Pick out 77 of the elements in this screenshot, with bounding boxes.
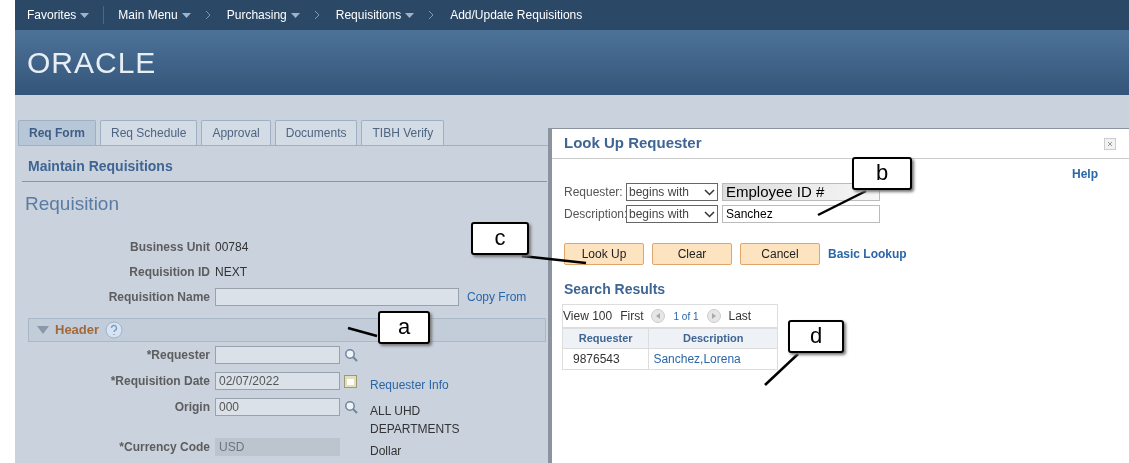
search-icon[interactable] bbox=[344, 400, 358, 415]
chevron-icon bbox=[313, 10, 322, 20]
tab[interactable]: TIBH Verify bbox=[361, 120, 445, 145]
field-label: Requisition Name bbox=[107, 289, 211, 306]
field-label: Origin bbox=[173, 398, 211, 416]
push-button[interactable]: Look Up bbox=[564, 243, 644, 265]
operator-dropdown[interactable]: begins with bbox=[626, 183, 718, 201]
dropdown-icon[interactable] bbox=[704, 188, 715, 196]
description-text: Dollar bbox=[370, 442, 403, 460]
breadcrumb-link[interactable]: Add/Update Requisitions bbox=[450, 6, 583, 24]
section-heading: Maintain Requisitions bbox=[22, 146, 547, 182]
logo: ORACLE bbox=[27, 45, 157, 81]
chevron-icon bbox=[204, 10, 213, 20]
text-field[interactable]: Sanchez bbox=[722, 205, 880, 223]
callout-label: d bbox=[788, 320, 844, 353]
callout-label: a bbox=[378, 311, 430, 344]
text-field[interactable]: 02/07/2022 bbox=[215, 371, 340, 390]
text-field[interactable]: 000 bbox=[215, 397, 340, 416]
leader-line bbox=[763, 352, 800, 387]
text-field: USD bbox=[215, 437, 340, 456]
caret-icon[interactable] bbox=[290, 12, 300, 18]
text-field[interactable] bbox=[215, 345, 340, 364]
tab[interactable]: Approval bbox=[201, 120, 271, 145]
tab[interactable]: Req Schedule bbox=[100, 120, 198, 145]
operator-dropdown[interactable]: begins with bbox=[626, 205, 718, 223]
page-title: Requisition bbox=[24, 192, 119, 216]
breadcrumb-link[interactable]: Purchasing bbox=[226, 6, 287, 24]
results-heading: Search Results bbox=[563, 280, 667, 299]
tab[interactable]: Req Form bbox=[18, 120, 96, 145]
pager-text: View 100 bbox=[563, 308, 613, 325]
leader-line bbox=[346, 326, 379, 338]
field-label: *Currency Code bbox=[118, 438, 211, 456]
tab[interactable]: Documents bbox=[274, 120, 358, 145]
text-field[interactable]: Employee ID # bbox=[722, 183, 880, 201]
dropdown-value: begins with bbox=[629, 184, 690, 201]
leader-line bbox=[816, 189, 868, 217]
breadcrumb-link[interactable]: Main Menu bbox=[118, 6, 178, 24]
caret-icon[interactable] bbox=[80, 12, 90, 18]
basic-lookup-link[interactable]: Basic Lookup bbox=[828, 245, 907, 263]
section-title: Header bbox=[55, 320, 100, 339]
dropdown-icon[interactable] bbox=[704, 210, 715, 218]
pager-text: First bbox=[620, 308, 644, 325]
requester-info-link[interactable]: Requester Info bbox=[370, 377, 449, 392]
field-value: NEXT bbox=[215, 264, 247, 281]
next-icon[interactable] bbox=[706, 309, 721, 323]
text-field[interactable] bbox=[215, 288, 459, 306]
push-button[interactable]: Clear bbox=[652, 243, 732, 265]
table-cell: 9876543 bbox=[562, 348, 649, 369]
calendar-icon[interactable] bbox=[344, 374, 357, 388]
pager-text: Last bbox=[728, 308, 752, 325]
callout-label: c bbox=[471, 222, 529, 255]
push-button[interactable]: Cancel bbox=[740, 243, 820, 265]
field-label: *Requester bbox=[145, 346, 211, 364]
dropdown-value: begins with bbox=[629, 206, 690, 223]
column-header[interactable]: Requester bbox=[562, 328, 649, 348]
page-count: 1 of 1 bbox=[673, 309, 699, 324]
field-label: Requester: bbox=[564, 184, 622, 201]
field-label: Business Unit bbox=[129, 239, 211, 256]
copy-link[interactable]: Copy From bbox=[467, 288, 527, 306]
field-label: *Requisition Date bbox=[109, 372, 211, 390]
help-icon[interactable] bbox=[105, 320, 124, 339]
field-value: 00784 bbox=[215, 239, 249, 256]
breadcrumb-link[interactable]: Requisitions bbox=[335, 6, 402, 24]
caret-icon[interactable] bbox=[405, 12, 415, 18]
field-label: Requisition ID bbox=[128, 264, 211, 281]
help-link[interactable]: Help bbox=[1072, 165, 1098, 183]
previous-icon[interactable] bbox=[651, 309, 666, 323]
dialog-title: Look Up Requester bbox=[564, 133, 702, 154]
collapse-icon[interactable] bbox=[37, 325, 49, 334]
caret-icon[interactable] bbox=[181, 12, 191, 18]
description-text: ALL UHD DEPARTMENTS bbox=[370, 402, 461, 438]
callout-label: b bbox=[852, 157, 912, 190]
result-link[interactable]: Sanchez,Lorena bbox=[648, 348, 778, 369]
close-icon[interactable] bbox=[1104, 137, 1116, 150]
search-icon[interactable] bbox=[344, 348, 358, 363]
breadcrumb-link[interactable]: Favorites bbox=[27, 6, 77, 24]
column-header[interactable]: Description bbox=[648, 328, 778, 348]
